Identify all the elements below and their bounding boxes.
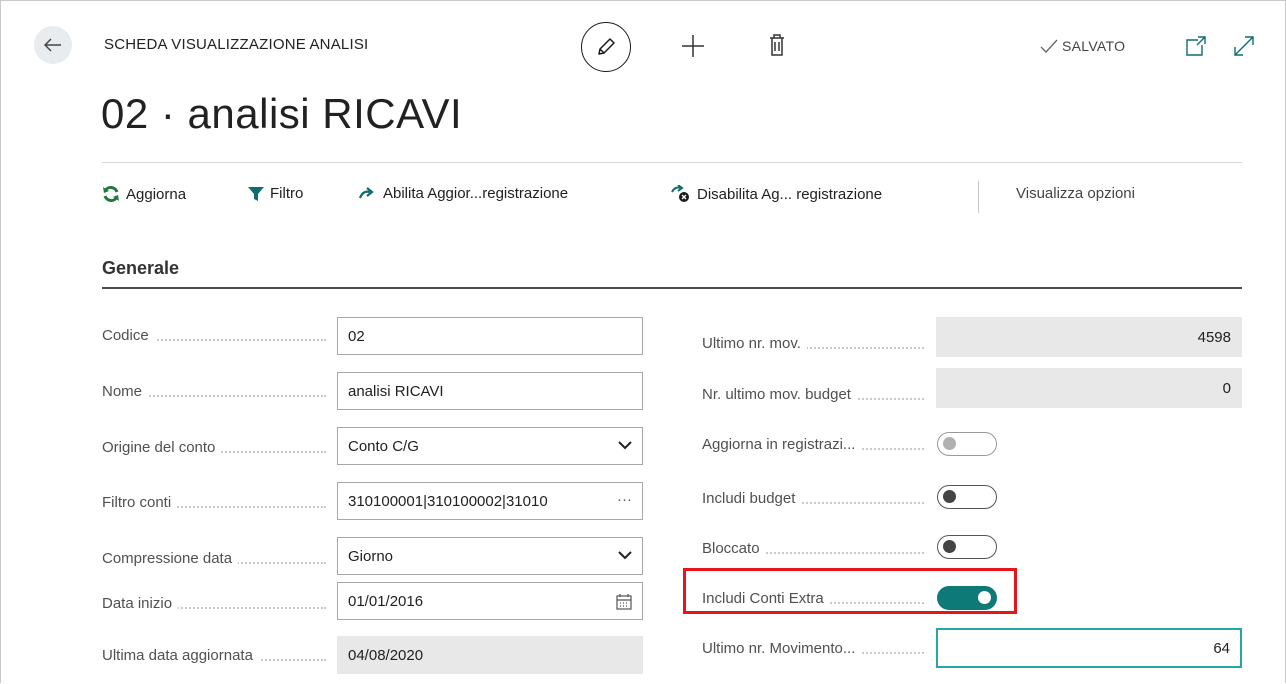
last-entry-no-value: 4598 xyxy=(936,317,1242,357)
arrow-left-icon xyxy=(44,38,61,52)
account-filter-input[interactable]: 310100001|310100002|31010 ··· xyxy=(337,482,643,520)
action-divider xyxy=(978,181,979,213)
last-movement-no-label: Ultimo nr. Movimento... xyxy=(702,640,930,657)
view-options-label: Visualizza opzioni xyxy=(1016,185,1135,202)
view-options-action[interactable]: Visualizza opzioni xyxy=(1016,185,1135,202)
assist-edit-button[interactable]: ··· xyxy=(613,491,632,508)
refresh-icon xyxy=(103,185,119,203)
chevron-down-icon xyxy=(618,441,632,450)
code-input[interactable]: 02 xyxy=(337,317,643,355)
popout-icon xyxy=(1186,36,1206,56)
enable-update-action[interactable]: Abilita Aggior...registrazione xyxy=(359,185,568,202)
date-compression-select[interactable]: Giorno xyxy=(337,537,643,575)
filter-icon xyxy=(248,186,264,201)
last-budget-entry-no-label: Nr. ultimo mov. budget xyxy=(702,386,930,403)
calendar-icon[interactable] xyxy=(616,594,632,610)
filter-action[interactable]: Filtro xyxy=(248,185,303,202)
section-divider xyxy=(102,287,1242,289)
expand-icon xyxy=(1234,36,1254,56)
pencil-icon xyxy=(598,38,615,55)
blocked-toggle[interactable] xyxy=(937,535,997,559)
include-budgets-label: Includi budget xyxy=(702,490,930,507)
include-budgets-toggle[interactable] xyxy=(937,485,997,509)
refresh-action[interactable]: Aggiorna xyxy=(102,185,186,203)
name-label: Nome xyxy=(102,383,332,400)
last-movement-no-input[interactable]: 64 xyxy=(936,628,1242,668)
start-date-input[interactable]: 01/01/2016 xyxy=(337,582,643,620)
disable-update-icon xyxy=(671,185,689,202)
last-budget-entry-no-value: 0 xyxy=(936,368,1242,408)
trash-icon xyxy=(770,34,784,56)
refresh-action-label: Aggiorna xyxy=(126,185,187,203)
last-updated-date-value: 04/08/2020 xyxy=(337,636,643,674)
action-bar: Aggiorna Filtro Abilita Aggior...registr… xyxy=(102,162,1242,241)
edit-button[interactable] xyxy=(581,22,631,72)
disable-update-action[interactable]: Disabilita Ag... registrazione xyxy=(671,185,882,203)
delete-button[interactable] xyxy=(767,33,787,62)
page-title: 02 · analisi RICAVI xyxy=(101,90,463,137)
new-button[interactable] xyxy=(680,33,706,64)
date-compression-label: Compressione data xyxy=(102,550,332,567)
last-updated-date-label: Ultima data aggiornata xyxy=(102,647,332,664)
save-status: SALVATO xyxy=(1040,38,1125,54)
account-filter-label: Filtro conti xyxy=(102,494,332,511)
start-date-label: Data inizio xyxy=(102,595,332,612)
update-on-posting-label: Aggiorna in registrazi... xyxy=(702,436,930,453)
chevron-down-icon xyxy=(618,551,632,560)
filter-action-label: Filtro xyxy=(270,185,304,202)
page-caption: SCHEDA VISUALIZZAZIONE ANALISI xyxy=(104,36,369,53)
plus-icon xyxy=(682,35,704,57)
back-button[interactable] xyxy=(34,26,72,64)
account-source-select[interactable]: Conto C/G xyxy=(337,427,643,465)
save-status-label: SALVATO xyxy=(1062,38,1126,54)
include-extra-accounts-label: Includi Conti Extra xyxy=(702,590,930,607)
include-extra-accounts-toggle[interactable] xyxy=(937,586,997,610)
account-source-label: Origine del conto xyxy=(102,439,332,456)
section-title-general: Generale xyxy=(102,258,180,278)
enable-update-icon xyxy=(359,186,374,198)
open-new-window-button[interactable] xyxy=(1186,36,1208,61)
checkmark-icon xyxy=(1040,39,1058,53)
blocked-label: Bloccato xyxy=(702,540,930,557)
update-on-posting-toggle[interactable] xyxy=(937,432,997,456)
last-entry-no-label: Ultimo nr. mov. xyxy=(702,335,930,352)
disable-update-action-label: Disabilita Ag... registrazione xyxy=(697,185,883,203)
enable-update-action-label: Abilita Aggior...registrazione xyxy=(383,185,569,202)
name-input[interactable]: analisi RICAVI xyxy=(337,372,643,410)
code-label: Codice xyxy=(102,327,332,344)
expand-button[interactable] xyxy=(1232,34,1256,63)
